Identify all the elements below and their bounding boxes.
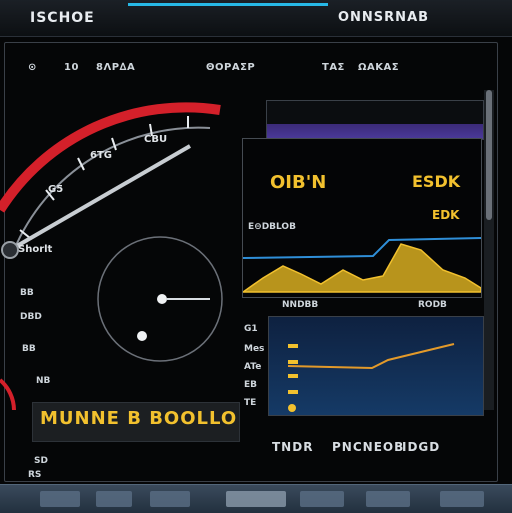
gauge-label-top: CBU xyxy=(144,134,168,145)
panel-side-label-3: EB xyxy=(244,380,258,390)
header-gauge-icon[interactable]: ⊙ xyxy=(28,62,37,73)
bottom-line-chart xyxy=(287,343,455,412)
side-label-1: DBD xyxy=(20,312,42,322)
top-chart-value-right: ESDK xyxy=(412,172,461,191)
taskbar-button-5[interactable] xyxy=(366,491,410,507)
panel-side-label-1: Mes xyxy=(244,344,265,354)
lcd-readout-text: MUNNE B BOOLLO xyxy=(40,408,238,429)
app-title: ISCHOE xyxy=(30,10,95,26)
top-chart-yellow-area xyxy=(243,243,481,293)
taskbar-button-2[interactable] xyxy=(150,491,190,507)
bottom-chart-y-markers xyxy=(288,344,298,412)
top-tab-strip[interactable] xyxy=(266,100,484,140)
side-label-3: NB xyxy=(36,376,51,386)
gauge-label-mid: 6TG xyxy=(90,150,112,161)
footer-label-2: IDGD xyxy=(402,440,441,454)
panel-side-label-2: ATe xyxy=(244,362,262,372)
gauge-hub xyxy=(1,241,19,259)
taskbar-button-6[interactable] xyxy=(440,491,484,507)
gauge-label-lower: G5 xyxy=(48,184,64,195)
side-label-2: BB xyxy=(22,344,36,354)
title-accent-line xyxy=(128,3,328,6)
top-chart-blue-line xyxy=(243,237,481,259)
taskbar-button-3[interactable] xyxy=(226,491,286,507)
side-label-4: SD xyxy=(34,456,48,466)
header-item-4[interactable]: ΤΑΣ xyxy=(322,62,345,73)
bottom-chart-line xyxy=(287,343,455,370)
window-subtitle: ONNSRNAB xyxy=(338,10,430,25)
gauge-lower-arc xyxy=(0,378,16,410)
top-area-chart xyxy=(243,237,481,293)
header-item-5[interactable]: ΩΑΚΑΣ xyxy=(358,62,399,73)
side-label-5: RS xyxy=(28,470,42,480)
gauge-label-left: Shorlt xyxy=(18,244,53,255)
header-item-2[interactable]: 8ΛΡ∆Α xyxy=(96,62,135,73)
taskbar-button-4[interactable] xyxy=(300,491,344,507)
side-label-0: BB xyxy=(20,288,34,298)
panel-side-label-0: G1 xyxy=(244,324,258,334)
taskbar-button-1[interactable] xyxy=(96,491,132,507)
footer-label-1: PNCNEOB xyxy=(332,440,405,454)
bottom-chart-header-left: NNDBB xyxy=(282,300,319,310)
bottom-chart-header-right: RODB xyxy=(418,300,447,310)
header-item-1[interactable]: 10 xyxy=(64,62,79,73)
dial-lower-dot xyxy=(137,331,147,341)
panel-side-label-4: TE xyxy=(244,398,257,408)
header-item-3[interactable]: ΘΟΡΑΣΡ xyxy=(206,62,255,73)
top-chart-value-left: OIB'N xyxy=(270,172,327,193)
taskbar xyxy=(0,484,512,513)
footer-label-0: TNDR xyxy=(272,440,314,454)
scrollbar-thumb[interactable] xyxy=(486,90,492,220)
taskbar-button-0[interactable] xyxy=(40,491,80,507)
top-chart-subvalue: EDK xyxy=(432,208,460,222)
dial-pointer-dot xyxy=(157,294,167,304)
